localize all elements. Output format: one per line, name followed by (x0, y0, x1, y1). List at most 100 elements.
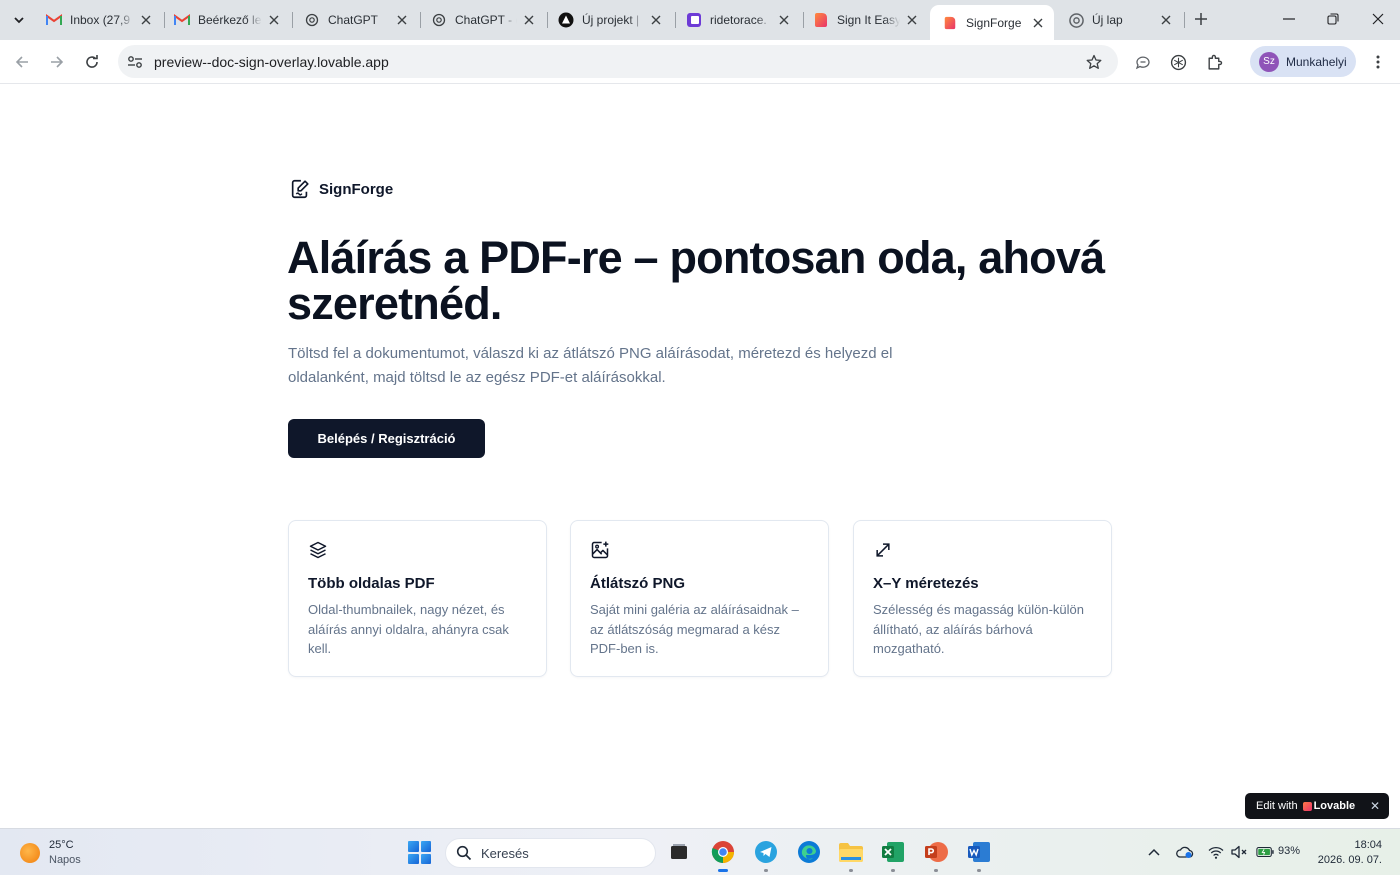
tab-separator (1184, 12, 1185, 28)
tab-chatgpt-2[interactable]: ChatGPT - ( (419, 6, 545, 34)
tab-ridetorace[interactable]: ridetorace. (674, 6, 800, 34)
feature-description: Saját mini galéria az aláírásaidnak – az… (590, 602, 799, 656)
weather-description: Napos (49, 854, 81, 866)
feature-title: Több oldalas PDF (308, 575, 435, 592)
tab-signforge[interactable]: SignForge (930, 5, 1054, 40)
chat-extension-icon[interactable] (1132, 51, 1154, 73)
chatgpt-extension-icon[interactable] (1167, 51, 1189, 73)
feature-title: Átlátszó PNG (590, 575, 686, 592)
onedrive-sync-icon[interactable] (1176, 843, 1194, 861)
browser-menu-button[interactable] (1367, 51, 1389, 73)
site-info-icon[interactable] (125, 52, 145, 72)
close-window-button[interactable] (1366, 8, 1390, 30)
tab-search-button[interactable] (6, 7, 32, 33)
taskbar-excel[interactable] (880, 839, 906, 872)
battery-icon[interactable] (1256, 843, 1274, 861)
login-register-button[interactable]: Belépés / Regisztráció (288, 419, 485, 458)
feature-card-multipage: Több oldalas PDF Oldal-thumbnailek, nagy… (288, 520, 547, 677)
clock-time: 18:04 (1354, 839, 1382, 851)
tab-sign-it-easy[interactable]: Sign It Easy (801, 6, 928, 34)
taskbar-search[interactable]: Keresés (445, 838, 656, 868)
weather-widget[interactable]: 25°C Napos (20, 838, 81, 868)
address-bar[interactable]: preview--doc-sign-overlay.lovable.app (118, 45, 1118, 78)
lovable-icon (942, 15, 958, 31)
folder-icon (839, 843, 863, 862)
tab-title: Beérkező le (198, 13, 262, 27)
close-icon[interactable] (1030, 15, 1046, 31)
close-icon[interactable]: ✕ (1370, 799, 1380, 813)
clock-date: 2026. 09. 07. (1317, 854, 1382, 866)
tab-uj-projekt[interactable]: Új projekt | (546, 6, 672, 34)
lovable-icon (813, 12, 829, 28)
resize-arrows-icon (876, 543, 890, 557)
windows-logo-icon (408, 841, 419, 852)
tab-chatgpt[interactable]: ChatGPT (292, 6, 418, 34)
word-icon (968, 842, 990, 862)
taskbar-edge[interactable] (796, 839, 822, 865)
windows-logo-icon (420, 853, 431, 864)
chatgpt-icon (304, 12, 320, 28)
taskbar-powerpoint[interactable] (923, 839, 949, 872)
arrow-left-icon (15, 56, 28, 68)
chrome-icon (711, 841, 734, 863)
profile-chip[interactable]: Sz Munkahelyi (1250, 46, 1356, 77)
hero-description: Töltsd fel a dokumentumot, válaszd ki az… (288, 345, 893, 386)
tab-beerkezo[interactable]: Beérkező le (162, 6, 290, 34)
close-icon[interactable] (138, 12, 154, 28)
chevron-up-icon (1148, 848, 1160, 856)
bookmark-star-icon[interactable] (1084, 52, 1104, 72)
back-button[interactable] (9, 49, 35, 75)
weather-temperature: 25°C (49, 839, 74, 851)
browser-tab-strip: Inbox (27,9 Beérkező le ChatGPT ChatGPT … (0, 0, 1400, 40)
close-icon[interactable] (1158, 12, 1174, 28)
taskbar-chrome[interactable] (710, 839, 736, 872)
tab-title: ChatGPT (328, 13, 379, 27)
close-icon[interactable] (776, 12, 792, 28)
close-icon[interactable] (521, 12, 537, 28)
search-placeholder: Keresés (481, 845, 529, 861)
edit-with-lovable-badge[interactable]: Edit with Lovable ✕ (1245, 793, 1389, 819)
close-icon[interactable] (904, 12, 920, 28)
file-signature-icon (291, 179, 309, 199)
windows-taskbar: 25°C Napos Keresés 93% 18:04 2026. 09. 0… (0, 828, 1400, 875)
restore-icon (1327, 13, 1339, 25)
tab-title: Új projekt | (582, 13, 640, 27)
new-tab-button[interactable] (1190, 8, 1212, 30)
tab-title: Inbox (27,9 (70, 13, 131, 27)
feature-card-png: Átlátszó PNG Saját mini galéria az aláír… (570, 520, 829, 677)
task-view-button[interactable] (666, 839, 692, 865)
badge-prefix: Edit with (1256, 800, 1298, 812)
url-text: preview--doc-sign-overlay.lovable.app (154, 54, 389, 70)
brand-name: SignForge (319, 180, 394, 198)
start-button[interactable] (408, 841, 431, 864)
powerpoint-icon (925, 842, 948, 862)
feature-card-resize: X–Y méretezés Szélesség és magasság külö… (853, 520, 1112, 677)
tab-title: ChatGPT - ( (455, 13, 517, 27)
taskbar-file-explorer[interactable] (838, 839, 864, 872)
forward-button[interactable] (44, 49, 70, 75)
close-icon (1372, 13, 1384, 25)
restore-button[interactable] (1321, 8, 1345, 30)
gmail-icon (46, 12, 62, 28)
badge-brand: Lovable (1313, 800, 1356, 812)
system-clock[interactable]: 18:04 2026. 09. 07. (1316, 838, 1382, 868)
taskbar-word[interactable] (966, 839, 992, 872)
tab-uj-lap[interactable]: Új lap (1056, 6, 1182, 34)
extensions-puzzle-icon[interactable] (1203, 51, 1225, 73)
project-icon (558, 12, 574, 28)
show-hidden-icons-button[interactable] (1145, 843, 1163, 861)
minimize-button[interactable] (1277, 8, 1301, 30)
lovable-icon (1302, 801, 1312, 811)
volume-muted-icon[interactable] (1230, 843, 1248, 861)
brand-logo-link[interactable]: SignForge (289, 178, 393, 200)
close-icon[interactable] (648, 12, 664, 28)
wifi-icon[interactable] (1207, 843, 1225, 861)
chatgpt-icon (431, 12, 447, 28)
close-icon[interactable] (394, 12, 410, 28)
reload-button[interactable] (79, 49, 105, 75)
close-icon[interactable] (266, 12, 282, 28)
feature-description: Szélesség és magasság külön-külön állíth… (873, 602, 1085, 656)
tab-inbox[interactable]: Inbox (27,9 (34, 6, 162, 34)
more-vert-icon (1376, 55, 1380, 69)
taskbar-telegram[interactable] (753, 839, 779, 872)
